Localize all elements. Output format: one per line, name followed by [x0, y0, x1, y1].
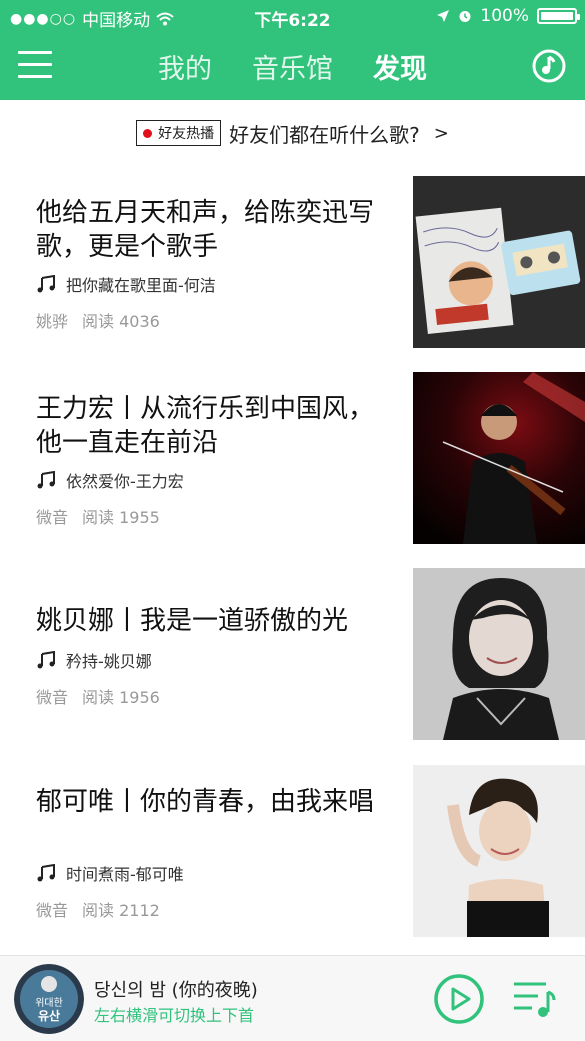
- article-reads: 阅读 1956: [82, 688, 160, 707]
- battery-icon: [537, 8, 580, 24]
- status-bar: ●●●○○ 中国移动 下午6:22 100%: [0, 0, 585, 33]
- article-song: 依然爱你-王力宏: [36, 468, 184, 492]
- article-thumbnail: [413, 176, 585, 348]
- article-title: 姚贝娜丨我是一道骄傲的光: [36, 606, 349, 636]
- hot-badge-label: 好友热播: [158, 126, 215, 142]
- article-reads: 阅读 4036: [82, 312, 160, 331]
- music-note-icon: [37, 651, 55, 669]
- friends-bar-text: 好友们都在听什么歌?: [229, 122, 420, 147]
- music-note-icon: [37, 275, 55, 293]
- article-author: 微音: [36, 508, 69, 527]
- article-song-label: 矜持-姚贝娜: [66, 652, 152, 671]
- article-card[interactable]: 他给五月天和声，给陈奕迅写歌，更是个歌手 把你藏在歌里面-何洁 姚骅 阅读 40…: [0, 176, 585, 348]
- article-song-label: 时间煮雨-郁可唯: [66, 865, 184, 884]
- article-song-label: 把你藏在歌里面-何洁: [66, 276, 216, 295]
- article-author: 微音: [36, 901, 69, 920]
- music-note-icon: [37, 471, 55, 489]
- live-dot-icon: [143, 128, 153, 138]
- article-card[interactable]: 姚贝娜丨我是一道骄傲的光 矜持-姚贝娜 微音 阅读 1956: [0, 568, 585, 740]
- article-title: 郁可唯丨你的青春，由我来唱: [36, 787, 375, 817]
- article-thumbnail: [413, 568, 585, 740]
- article-reads: 阅读 2112: [82, 901, 160, 920]
- play-icon[interactable]: [433, 973, 485, 1025]
- tab-discover[interactable]: 发现: [373, 47, 427, 86]
- tab-music-hall[interactable]: 音乐馆: [252, 47, 333, 86]
- album-cover[interactable]: 위대한 유산: [14, 964, 84, 1034]
- hot-play-badge: 好友热播: [136, 120, 222, 146]
- article-card[interactable]: 王力宏丨从流行乐到中国风，他一直走在前沿 依然爱你-王力宏 微音 阅读 1955: [0, 372, 585, 544]
- friends-hot-bar[interactable]: 好友热播 好友们都在听什么歌? >: [0, 100, 585, 166]
- nav-tabs: 我的 音乐馆 发现: [0, 47, 585, 86]
- article-song: 时间煮雨-郁可唯: [36, 861, 184, 885]
- status-right: 100%: [436, 6, 580, 26]
- cover-text-bottom: 유산: [38, 1008, 60, 1023]
- article-card[interactable]: 郁可唯丨你的青春，由我来唱 时间煮雨-郁可唯 微音 阅读 2112: [0, 765, 585, 937]
- article-song: 把你藏在歌里面-何洁: [36, 272, 216, 296]
- tab-mine[interactable]: 我的: [158, 47, 212, 86]
- article-meta: 微音 阅读 2112: [36, 897, 160, 921]
- article-meta: 微音 阅读 1956: [36, 684, 160, 708]
- music-note-icon: [37, 864, 55, 882]
- article-meta: 姚骅 阅读 4036: [36, 308, 160, 332]
- article-song-label: 依然爱你-王力宏: [66, 472, 184, 491]
- swipe-hint: 左右横滑可切换上下首: [94, 1006, 255, 1025]
- article-thumbnail: [413, 765, 585, 937]
- playlist-icon[interactable]: [512, 978, 556, 1020]
- article-reads: 阅读 1955: [82, 508, 160, 527]
- alarm-icon: [459, 11, 471, 22]
- battery-percent: 100%: [480, 6, 529, 26]
- top-nav: 我的 音乐馆 发现: [0, 33, 585, 100]
- now-playing-title: 당신의 밤 (你的夜晚): [94, 980, 258, 1001]
- article-thumbnail: [413, 372, 585, 544]
- app-header: ●●●○○ 中国移动 下午6:22 100% 我的 音乐馆 发现: [0, 0, 585, 100]
- article-meta: 微音 阅读 1955: [36, 504, 160, 528]
- cover-text-top: 위대한: [35, 996, 63, 1009]
- article-song: 矜持-姚贝娜: [36, 648, 152, 672]
- battery-fill: [541, 12, 573, 20]
- location-icon: [437, 10, 450, 22]
- article-author: 姚骅: [36, 312, 69, 331]
- article-author: 微音: [36, 688, 69, 707]
- now-playing-icon[interactable]: [531, 47, 567, 83]
- article-title: 他给五月天和声，给陈奕迅写歌，更是个歌手: [36, 198, 375, 262]
- article-title: 王力宏丨从流行乐到中国风，他一直走在前沿: [36, 394, 375, 458]
- mini-player[interactable]: 위대한 유산 당신의 밤 (你的夜晚) 左右横滑可切换上下首: [0, 955, 585, 1041]
- chevron-right-icon: >: [433, 122, 449, 144]
